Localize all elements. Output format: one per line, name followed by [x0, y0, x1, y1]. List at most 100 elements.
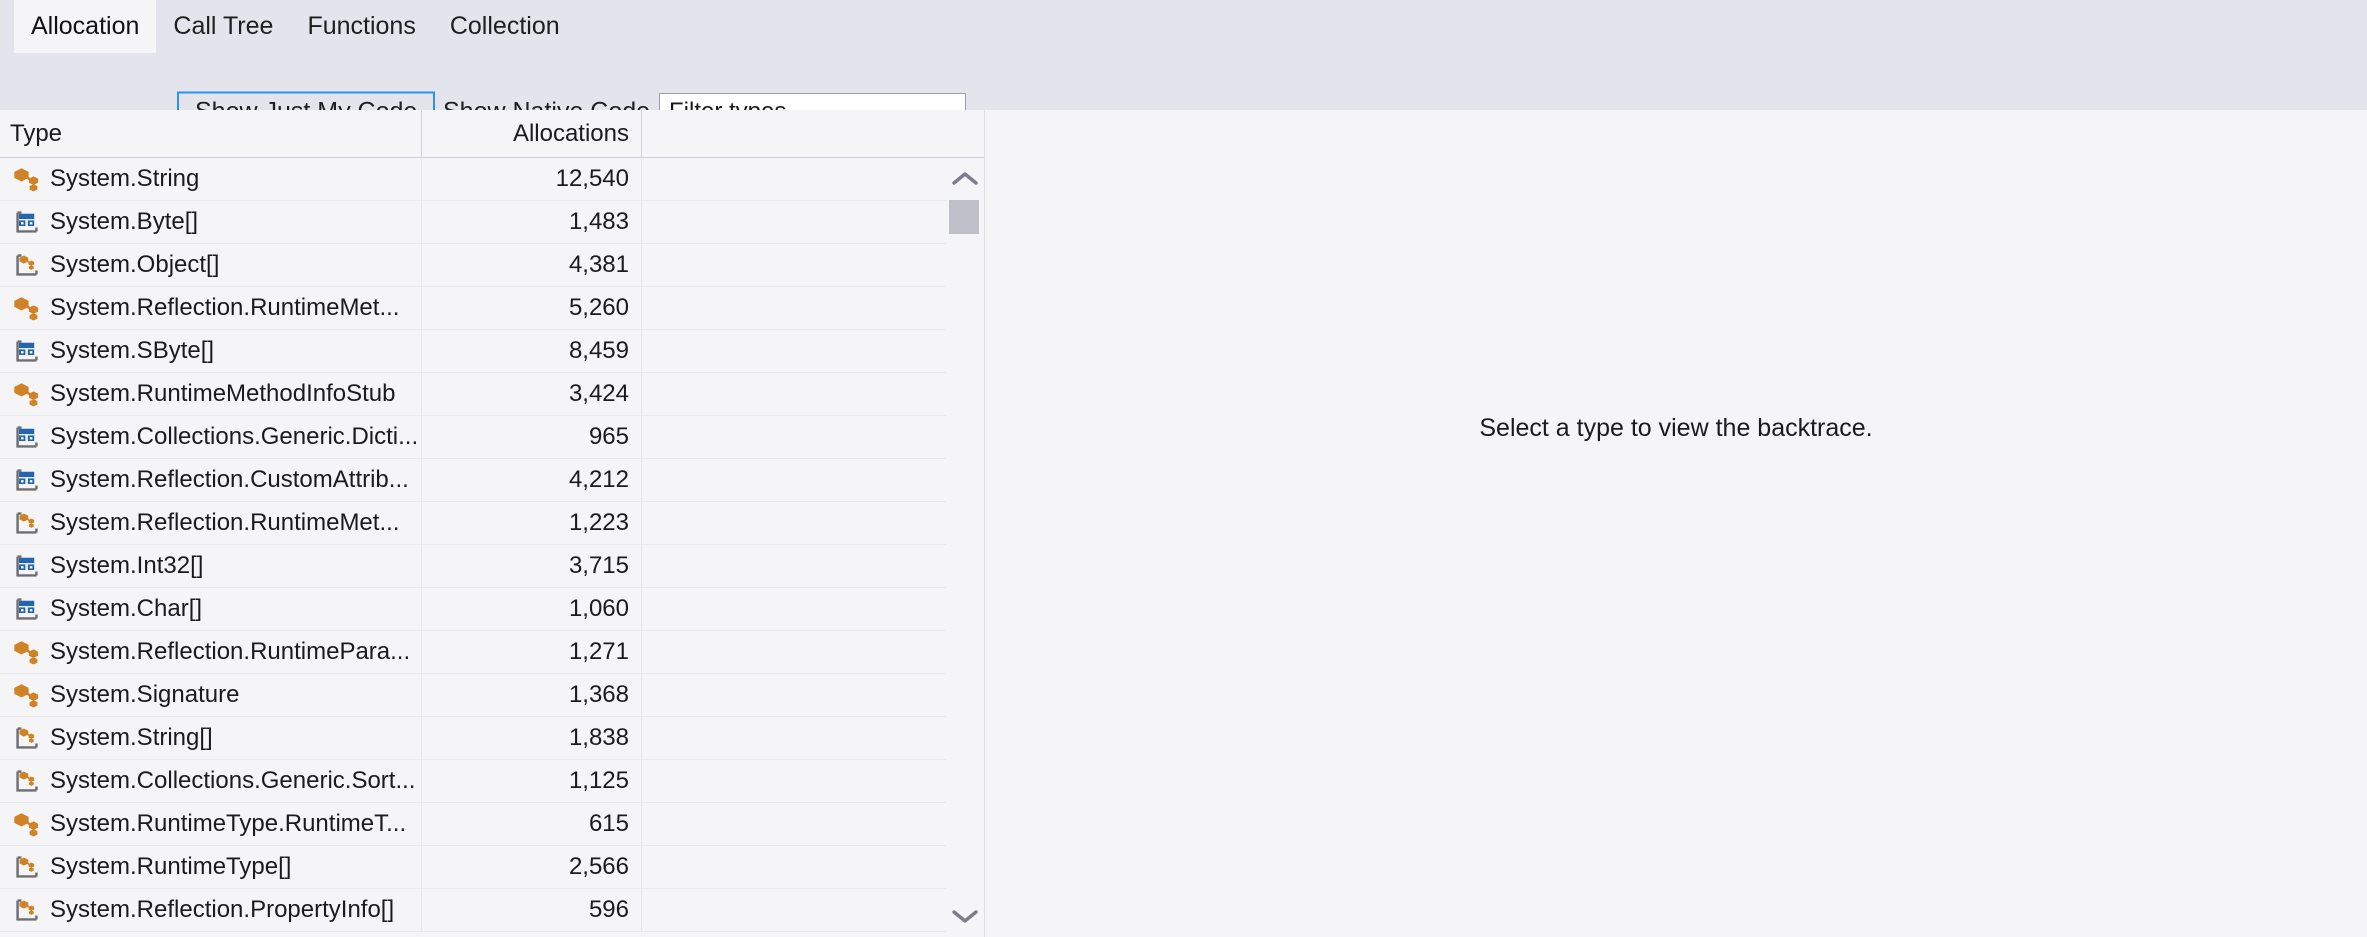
type-name-label: System.String [50, 165, 200, 192]
vertical-scrollbar[interactable] [946, 158, 984, 937]
content-area: Type Allocations System.String 12,540 Syst… [0, 110, 2367, 937]
class-icon [14, 383, 39, 407]
cell-type: System.Collections.Generic.Sort... [0, 760, 422, 802]
table-row[interactable]: System.Reflection.RuntimeMet... 5,260 [0, 287, 984, 330]
tab-call-tree[interactable]: Call Tree [156, 0, 290, 53]
column-header-type[interactable]: Type [0, 110, 422, 157]
tab-allocation[interactable]: Allocation [14, 0, 157, 53]
scrollbar-thumb[interactable] [949, 200, 979, 234]
cell-type: System.Reflection.PropertyInfo[] [0, 889, 422, 931]
cell-type: System.Reflection.RuntimeMet... [0, 502, 422, 544]
cell-filler [642, 545, 984, 587]
column-header-allocations[interactable]: Allocations [422, 110, 642, 157]
allocation-view-window: AllocationCall TreeFunctionsCollection S… [0, 0, 2367, 937]
table-row[interactable]: System.Collections.Generic.Dicti... 965 [0, 416, 984, 459]
cell-allocations: 596 [422, 889, 642, 931]
cell-type: System.Reflection.RuntimeMet... [0, 287, 422, 329]
cell-type: System.Signature [0, 674, 422, 716]
cell-allocations: 1,483 [422, 201, 642, 243]
table-row[interactable]: System.Char[] 1,060 [0, 588, 984, 631]
table-row[interactable]: System.RuntimeType[] 2,566 [0, 846, 984, 889]
class-icon [14, 297, 39, 321]
tab-bar: Allocation Call Tree Functions Collection [0, 0, 2367, 54]
type-name-label: System.Collections.Generic.Sort... [50, 767, 416, 794]
table-row[interactable]: System.SByte[] 8,459 [0, 330, 984, 373]
type-name-label: System.Reflection.RuntimeMet... [50, 509, 400, 536]
table-row[interactable]: System.Reflection.RuntimePara... 1,271 [0, 631, 984, 674]
tab-functions[interactable]: Functions [290, 0, 432, 53]
type-name-label: System.RuntimeType[] [50, 853, 292, 880]
table-row[interactable]: System.Reflection.CustomAttrib... 4,212 [0, 459, 984, 502]
table-row[interactable]: System.Object[] 4,381 [0, 244, 984, 287]
cell-filler [642, 373, 984, 415]
cell-filler [642, 502, 984, 544]
cell-type: System.Byte[] [0, 201, 422, 243]
cell-filler [642, 846, 984, 888]
class-array-icon [16, 727, 38, 749]
cell-filler [642, 158, 984, 200]
cell-filler [642, 201, 984, 243]
class-array-icon [16, 899, 38, 921]
backtrace-pane: Select a type to view the backtrace. [985, 110, 2367, 937]
table-row[interactable]: System.Collections.Generic.Sort... 1,125 [0, 760, 984, 803]
cell-filler [642, 588, 984, 630]
cell-allocations: 2,566 [422, 846, 642, 888]
type-name-label: System.String[] [50, 724, 213, 751]
struct-array-icon [16, 211, 38, 233]
cell-allocations: 1,060 [422, 588, 642, 630]
cell-filler [642, 760, 984, 802]
cell-allocations: 1,125 [422, 760, 642, 802]
type-name-label: System.Object[] [50, 251, 220, 278]
class-array-icon [16, 512, 38, 534]
cell-allocations: 4,212 [422, 459, 642, 501]
table-row[interactable]: System.RuntimeMethodInfoStub 3,424 [0, 373, 984, 416]
type-name-label: System.RuntimeMethodInfoStub [50, 380, 396, 407]
cell-filler [642, 416, 984, 458]
backtrace-empty-message: Select a type to view the backtrace. [1479, 414, 1873, 442]
cell-allocations: 8,459 [422, 330, 642, 372]
cell-allocations: 5,260 [422, 287, 642, 329]
type-name-label: System.Byte[] [50, 208, 199, 235]
type-name-label: System.RuntimeType.RuntimeT... [50, 810, 407, 837]
class-icon [14, 684, 39, 708]
table-row[interactable]: System.Signature 1,368 [0, 674, 984, 717]
type-name-label: System.Reflection.RuntimeMet... [50, 294, 400, 321]
cell-allocations: 1,368 [422, 674, 642, 716]
class-array-icon [16, 770, 38, 792]
scrollbar-track[interactable] [946, 200, 984, 895]
class-icon [14, 813, 39, 837]
table-row[interactable]: System.String 12,540 [0, 158, 984, 201]
chevron-up-icon [952, 172, 978, 185]
cell-type: System.Char[] [0, 588, 422, 630]
class-icon [14, 641, 39, 665]
cell-type: System.Collections.Generic.Dicti... [0, 416, 422, 458]
type-name-label: System.Reflection.CustomAttrib... [50, 466, 409, 493]
table-row[interactable]: System.Byte[] 1,483 [0, 201, 984, 244]
cell-filler [642, 631, 984, 673]
cell-allocations: 12,540 [422, 158, 642, 200]
type-name-label: System.Char[] [50, 595, 203, 622]
cell-allocations: 965 [422, 416, 642, 458]
table-row[interactable]: System.Int32[] 3,715 [0, 545, 984, 588]
grid-column-headers: Type Allocations [0, 110, 984, 158]
type-name-label: System.Int32[] [50, 552, 204, 579]
table-row[interactable]: System.RuntimeType.RuntimeT... 615 [0, 803, 984, 846]
scroll-up-button[interactable] [946, 158, 984, 200]
class-array-icon [16, 856, 38, 878]
cell-allocations: 4,381 [422, 244, 642, 286]
struct-array-icon [16, 469, 38, 491]
table-row[interactable]: System.Reflection.RuntimeMet... 1,223 [0, 502, 984, 545]
cell-type: System.String [0, 158, 422, 200]
table-row[interactable]: System.String[] 1,838 [0, 717, 984, 760]
table-row[interactable]: System.Reflection.PropertyInfo[] 596 [0, 889, 984, 932]
cell-type: System.Object[] [0, 244, 422, 286]
chevron-down-icon [952, 910, 978, 923]
scroll-down-button[interactable] [946, 895, 984, 937]
cell-filler [642, 717, 984, 759]
cell-allocations: 1,838 [422, 717, 642, 759]
cell-type: System.SByte[] [0, 330, 422, 372]
type-name-label: System.Signature [50, 681, 240, 708]
cell-filler [642, 803, 984, 845]
struct-array-icon [16, 555, 38, 577]
tab-collection[interactable]: Collection [433, 0, 577, 53]
